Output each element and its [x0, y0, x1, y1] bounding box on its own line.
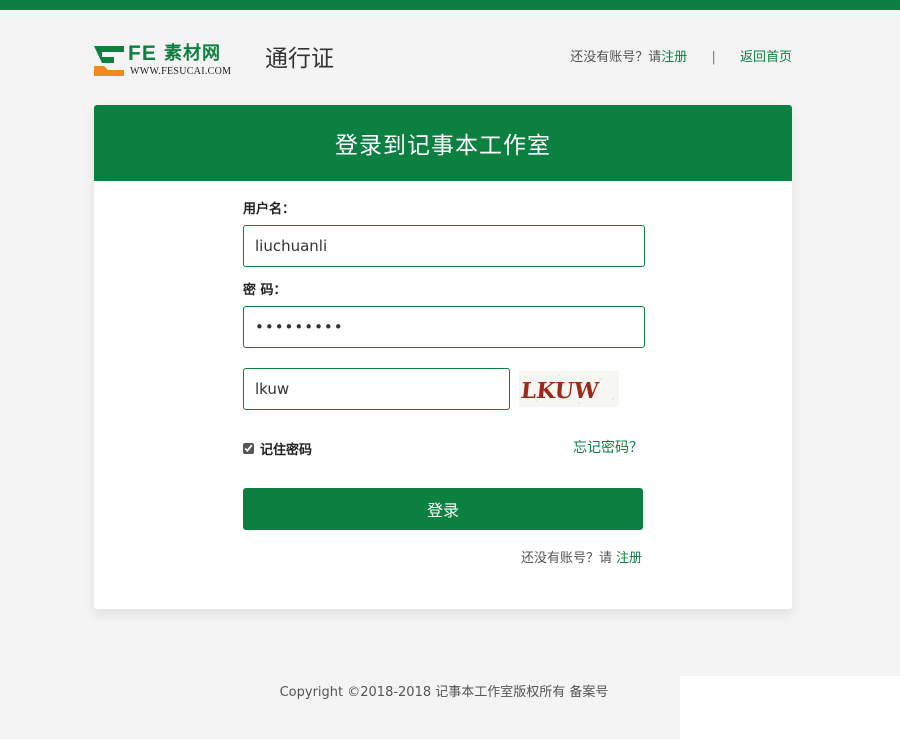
bottom-right-blank [680, 676, 900, 739]
bottom-register: 还没有账号？请 注册 [521, 547, 642, 566]
site-logo[interactable]: FE 素材网 WWW.FESUCAI.COM [94, 42, 246, 78]
header-nav: 还没有账号？请注册 | 返回首页 [570, 49, 792, 67]
checkbox-icon[interactable] [243, 443, 254, 454]
remember-password[interactable]: 记住密码 [243, 439, 312, 458]
password-input[interactable] [243, 306, 645, 348]
captcha-text: LKUW [520, 378, 602, 404]
logo-fe-text: FE [128, 42, 157, 65]
logo-mark-icon [94, 46, 124, 76]
logo-url-text: WWW.FESUCAI.COM [130, 66, 232, 77]
password-label: 密 码： [243, 283, 287, 298]
bottom-register-link[interactable]: 注册 [616, 551, 642, 566]
username-label: 用户名： [243, 202, 296, 217]
captcha-input[interactable] [243, 368, 510, 410]
header-separator: | [711, 50, 716, 65]
no-account-text: 还没有账号？请 [570, 50, 662, 65]
username-input[interactable] [243, 225, 645, 267]
forgot-password-link[interactable]: 忘记密码？ [573, 437, 643, 457]
page-title: 通行证 [265, 46, 334, 72]
remember-label: 记住密码 [260, 443, 313, 458]
bottom-prompt: 还没有账号？请 [520, 551, 612, 566]
login-button[interactable]: 登录 [243, 488, 643, 530]
login-card: 登录到记事本工作室 用户名： 密 码： LKUW 记住密码 忘记密码？ 登录 还… [94, 105, 792, 609]
home-link[interactable]: 返回首页 [740, 50, 792, 65]
top-accent-bar [0, 0, 900, 10]
logo-cn-text: 素材网 [164, 43, 221, 64]
captcha-image[interactable]: LKUW [519, 371, 619, 407]
header-register-link[interactable]: 注册 [661, 50, 687, 65]
login-card-heading: 登录到记事本工作室 [94, 105, 792, 181]
